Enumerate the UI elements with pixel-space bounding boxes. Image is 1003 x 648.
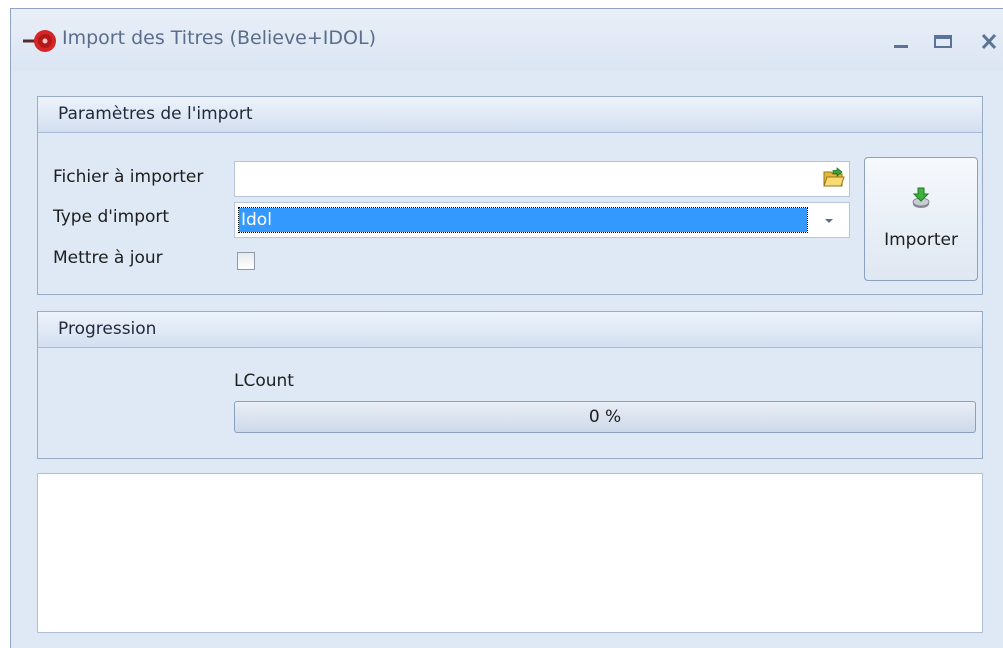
file-label: Fichier à importer xyxy=(53,167,204,187)
count-label: LCount xyxy=(234,371,294,391)
import-window: Import des Titres (Believe+IDOL) Paramèt… xyxy=(10,8,1003,648)
maximize-button[interactable] xyxy=(925,23,961,57)
update-label: Mettre à jour xyxy=(53,248,163,268)
minimize-button[interactable] xyxy=(883,23,919,57)
panel-header-parameters: Paramètres de l'import xyxy=(38,97,982,133)
close-icon xyxy=(981,33,997,50)
progress-bar: 0 % xyxy=(234,401,976,433)
minimize-icon xyxy=(894,45,908,48)
download-icon xyxy=(912,187,930,208)
progress-panel: Progression LCount 0 % xyxy=(37,311,983,459)
update-checkbox[interactable] xyxy=(237,252,255,270)
maximize-icon xyxy=(934,35,952,48)
import-button-label: Importer xyxy=(884,230,958,250)
log-output-area[interactable] xyxy=(37,473,983,633)
title-bar[interactable]: Import des Titres (Believe+IDOL) xyxy=(11,9,1003,71)
import-button[interactable]: Importer xyxy=(864,157,978,281)
window-title: Import des Titres (Believe+IDOL) xyxy=(62,27,376,49)
file-path-input[interactable] xyxy=(234,161,850,197)
progress-text: 0 % xyxy=(588,407,622,427)
import-type-dropdown[interactable]: Idol xyxy=(234,202,850,238)
close-button[interactable] xyxy=(969,23,1003,57)
chevron-down-icon[interactable] xyxy=(823,217,835,225)
red-record-icon xyxy=(23,30,56,52)
import-type-label: Type d'import xyxy=(53,207,170,227)
open-folder-icon[interactable] xyxy=(822,166,846,190)
import-parameters-panel: Paramètres de l'import Fichier à importe… xyxy=(37,96,983,295)
panel-header-progress: Progression xyxy=(38,312,982,348)
import-type-selected-value: Idol xyxy=(238,207,808,233)
